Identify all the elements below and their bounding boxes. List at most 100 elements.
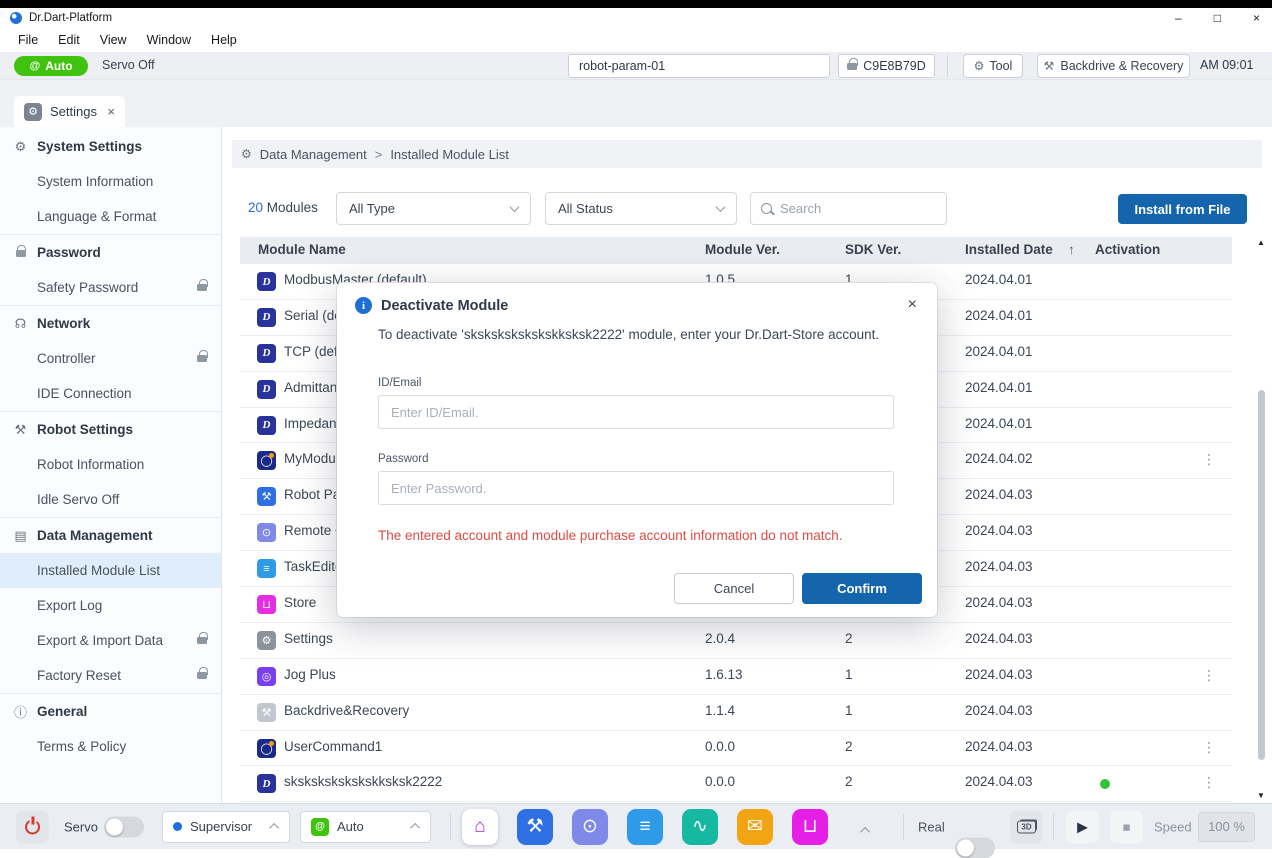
dialog-close-icon[interactable]: × <box>908 296 917 314</box>
table-row[interactable]: ⚒ Backdrive&Recovery 1.1.4 1 2024.04.03 … <box>240 695 1232 731</box>
module-name: Remote C <box>284 523 345 538</box>
sort-asc-icon[interactable]: ↑ <box>1068 242 1075 257</box>
module-name: skskskskskskskksksk2222 <box>284 774 442 789</box>
module-version: 0.0.0 <box>705 774 735 789</box>
sidebar-item-ide-connection[interactable]: IDE Connection <box>0 376 221 411</box>
confirm-button[interactable]: Confirm <box>802 573 922 604</box>
dialog-message: To deactivate 'skskskskskskskksksk2222' … <box>378 325 913 346</box>
sidebar-item-safety-password[interactable]: Safety Password <box>0 270 221 305</box>
type-filter-select[interactable]: All Type <box>336 192 531 225</box>
speed-value[interactable]: 100 % <box>1198 812 1255 842</box>
power-button[interactable] <box>16 810 49 843</box>
play-button[interactable]: ▶ <box>1066 810 1099 843</box>
menu-view[interactable]: View <box>90 33 137 47</box>
table-row[interactable]: ◎ Jog Plus 1.6.13 1 2024.04.03 ⋮ <box>240 659 1232 695</box>
kebab-menu-icon[interactable]: ⋮ <box>1202 667 1216 684</box>
sidebar-item-system-information[interactable]: System Information <box>0 164 221 199</box>
id-email-field[interactable] <box>378 395 894 429</box>
message-log-icon[interactable]: ✉ <box>737 809 773 845</box>
menu-help[interactable]: Help <box>201 33 247 47</box>
servo-toggle[interactable] <box>104 816 144 837</box>
gear-icon: ⚙ <box>13 139 28 155</box>
gear-icon: ⚙ <box>241 148 252 160</box>
stop-button[interactable]: ■ <box>1110 810 1143 843</box>
sidebar-section-header[interactable]: Password <box>0 235 221 270</box>
sidebar-item-language-format[interactable]: Language & Format <box>0 199 221 234</box>
password-field[interactable] <box>378 471 894 505</box>
mode-select[interactable]: @ Auto <box>300 811 431 843</box>
task-editor-icon[interactable]: ≡ <box>627 809 663 845</box>
sidebar-item-idle-servo-off[interactable]: Idle Servo Off <box>0 482 221 517</box>
monitoring-icon[interactable]: ∿ <box>682 809 718 845</box>
role-dot-icon <box>173 822 182 831</box>
sidebar-item-controller[interactable]: Controller <box>0 341 221 376</box>
table-row[interactable]: D skskskskskskskksksk2222 0.0.0 2 2024.0… <box>240 766 1232 802</box>
home-icon[interactable]: ⌂ <box>462 809 498 845</box>
lock-icon <box>197 672 207 679</box>
close-icon[interactable]: × <box>1253 11 1260 25</box>
minimize-icon[interactable]: – <box>1175 11 1182 25</box>
sidebar-item-export-log[interactable]: Export Log <box>0 588 221 623</box>
table-row[interactable]: ◯ UserCommand1 0.0.0 2 2024.04.03 ⋮ <box>240 731 1232 767</box>
sidebar: ⚙ System Settings System Information Lan… <box>0 127 222 803</box>
breadcrumb-section[interactable]: Data Management <box>260 147 367 162</box>
store-bag-icon[interactable]: ⊔ <box>792 809 828 845</box>
kebab-menu-icon[interactable]: ⋮ <box>1202 739 1216 756</box>
robot-jog-icon[interactable]: ⚒ <box>517 809 553 845</box>
user-role-select[interactable]: Supervisor <box>162 811 290 843</box>
dock-collapse-icon[interactable] <box>860 826 870 836</box>
lock-icon <box>197 355 207 362</box>
backdrive-recovery-button[interactable]: ⚒ Backdrive & Recovery <box>1037 54 1190 78</box>
robot-id-button[interactable]: C9E8B79D <box>838 54 935 78</box>
sidebar-section-header[interactable]: ▤ Data Management <box>0 518 221 553</box>
scrollbar-thumb[interactable] <box>1258 390 1265 760</box>
menu-file[interactable]: File <box>8 33 48 47</box>
sidebar-item-factory-reset[interactable]: Factory Reset <box>0 658 221 693</box>
menu-window[interactable]: Window <box>137 33 201 47</box>
dart-swirl-icon: @ <box>29 60 40 72</box>
status-filter-select[interactable]: All Status <box>545 192 737 225</box>
table-row[interactable]: ⚙ Settings 2.0.4 2 2024.04.03 ⋮ <box>240 623 1232 659</box>
sidebar-item-terms-policy[interactable]: Terms & Policy <box>0 729 221 764</box>
sidebar-item-export-import-data[interactable]: Export & Import Data <box>0 623 221 658</box>
sidebar-section-header[interactable]: ⚒ Robot Settings <box>0 412 221 447</box>
search-input[interactable] <box>780 201 920 216</box>
scroll-down-icon[interactable]: ▼ <box>1257 791 1265 800</box>
sidebar-section-header[interactable]: ⚙ System Settings <box>0 129 221 164</box>
tab-strip: ⚙ Settings × <box>0 80 1272 127</box>
robot-arm-icon: ⚒ <box>13 422 28 438</box>
scroll-up-icon[interactable]: ▲ <box>1257 238 1265 247</box>
sidebar-section-header[interactable]: ☊ Network <box>0 306 221 341</box>
sidebar-item-installed-module-list[interactable]: Installed Module List <box>0 553 221 588</box>
tool-button[interactable]: ⚙ Tool <box>963 54 1023 78</box>
antenna-icon: ☊ <box>13 316 28 332</box>
real-toggle[interactable] <box>955 837 995 858</box>
search-box[interactable] <box>750 192 947 225</box>
kebab-menu-icon[interactable]: ⋮ <box>1202 451 1216 468</box>
app-window: Dr.Dart-Platform – □ × FileEditViewWindo… <box>0 0 1272 849</box>
installed-date: 2024.04.01 <box>965 344 1033 359</box>
sidebar-section: ⚙ System Settings System Information Lan… <box>0 129 221 234</box>
module-icon: D <box>257 416 276 435</box>
sidebar-section: ⚒ Robot Settings Robot Information Idle … <box>0 411 221 517</box>
simulator-3d-button[interactable]: 3D <box>1010 810 1043 843</box>
table-scrollbar[interactable]: ▲ ▼ <box>1255 238 1268 800</box>
menu-edit[interactable]: Edit <box>48 33 90 47</box>
module-version: 2.0.4 <box>705 631 735 646</box>
install-from-file-button[interactable]: Install from File <box>1118 194 1247 224</box>
tab-settings[interactable]: ⚙ Settings × <box>14 96 125 127</box>
robot-param-input[interactable] <box>568 54 830 78</box>
sidebar-section: ▤ Data Management Installed Module List … <box>0 517 221 693</box>
installed-date: 2024.04.01 <box>965 272 1033 287</box>
maximize-icon[interactable]: □ <box>1214 11 1221 25</box>
kebab-menu-icon[interactable]: ⋮ <box>1202 774 1216 791</box>
auto-mode-badge[interactable]: @ Auto <box>14 56 88 76</box>
tab-close-icon[interactable]: × <box>107 104 115 119</box>
module-icon: ⚙ <box>257 631 276 650</box>
sidebar-section-header[interactable]: ⓘ General <box>0 694 221 729</box>
cancel-button[interactable]: Cancel <box>674 573 794 604</box>
chevron-down-icon <box>716 202 726 212</box>
lock-icon <box>197 284 207 291</box>
sidebar-item-robot-information[interactable]: Robot Information <box>0 447 221 482</box>
remote-control-icon[interactable]: ⊙ <box>572 809 608 845</box>
